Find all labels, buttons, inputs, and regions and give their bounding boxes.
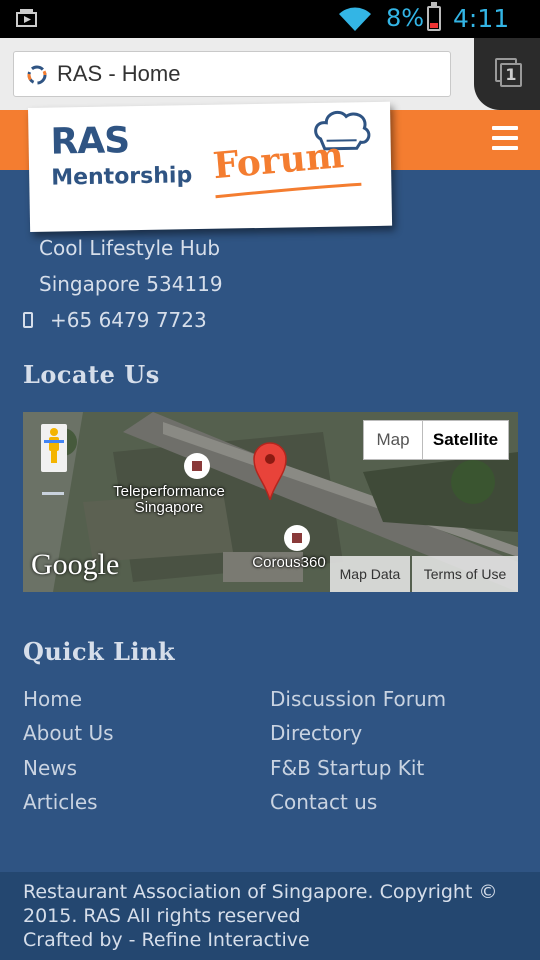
clock-time: 4:11 (453, 4, 510, 33)
site-footer: Restaurant Association of Singapore. Cop… (0, 872, 540, 960)
quick-link-news[interactable]: News (23, 756, 77, 780)
logo-text-forum: Forum (211, 134, 346, 188)
map-data-link[interactable]: Map Data (330, 556, 410, 592)
crafted-by-credit[interactable]: Crafted by - Refine Interactive (23, 929, 310, 951)
address-line-1: Cool Lifestyle Hub (39, 236, 221, 260)
zoom-out-control[interactable] (42, 492, 64, 495)
poi-label-line2: Singapore (134, 499, 204, 516)
poi-marker[interactable] (184, 453, 210, 479)
browser-toolbar: RAS - Home 1 (0, 38, 540, 110)
quick-link-about-us[interactable]: About Us (23, 721, 114, 745)
poi-label-corous360: Corous360 (252, 554, 326, 571)
battery-percent: 8% (386, 4, 425, 32)
copyright-line-2: 2015. RAS All rights reserved (23, 905, 301, 927)
wifi-icon (339, 7, 371, 31)
tab-count: 1 (500, 63, 522, 87)
quick-link-discussion-forum[interactable]: Discussion Forum (270, 687, 446, 711)
poi-marker[interactable] (284, 525, 310, 551)
address-line-2: Singapore 534119 (39, 272, 223, 296)
logo-text-ras: RAS (50, 120, 130, 163)
site-logo[interactable]: RAS Mentorship Forum (28, 101, 393, 232)
tab-switcher-button[interactable]: 1 (474, 38, 540, 110)
google-map[interactable]: Map Satellite Teleperformance Singapore … (23, 412, 518, 592)
media-notification-icon (16, 9, 37, 27)
street-view-pegman-icon[interactable] (41, 424, 67, 472)
phone-number[interactable]: +65 6479 7723 (50, 308, 207, 332)
quick-link-articles[interactable]: Articles (23, 790, 98, 814)
quick-link-home[interactable]: Home (23, 687, 82, 711)
google-logo: Google (31, 548, 120, 581)
locate-us-heading: Locate Us (23, 360, 160, 389)
hamburger-menu-icon[interactable] (492, 126, 518, 150)
map-type-satellite-button[interactable]: Satellite (422, 420, 509, 460)
poi-label-teleperformance: Teleperformance Singapore (101, 484, 237, 516)
quick-link-heading: Quick Link (23, 637, 176, 666)
quick-link-directory[interactable]: Directory (270, 721, 362, 745)
phone-icon (23, 312, 33, 328)
poi-label-line1: Teleperformance (113, 483, 225, 500)
logo-text-mentorship: Mentorship (51, 163, 193, 191)
map-pin-icon[interactable] (253, 442, 287, 500)
status-bar: 8% 4:11 PM (0, 0, 540, 60)
terms-of-use-link[interactable]: Terms of Use (412, 556, 518, 592)
quick-link-fb-startup-kit[interactable]: F&B Startup Kit (270, 756, 424, 780)
site-favicon-icon (27, 65, 47, 85)
copyright-line-1: Restaurant Association of Singapore. Cop… (23, 881, 498, 903)
logo-swoosh (215, 182, 362, 199)
page-title: RAS - Home (57, 61, 181, 86)
battery-icon (427, 2, 441, 31)
map-type-map-button[interactable]: Map (363, 420, 423, 460)
url-bar[interactable]: RAS - Home (13, 51, 451, 97)
quick-link-contact-us[interactable]: Contact us (270, 790, 377, 814)
